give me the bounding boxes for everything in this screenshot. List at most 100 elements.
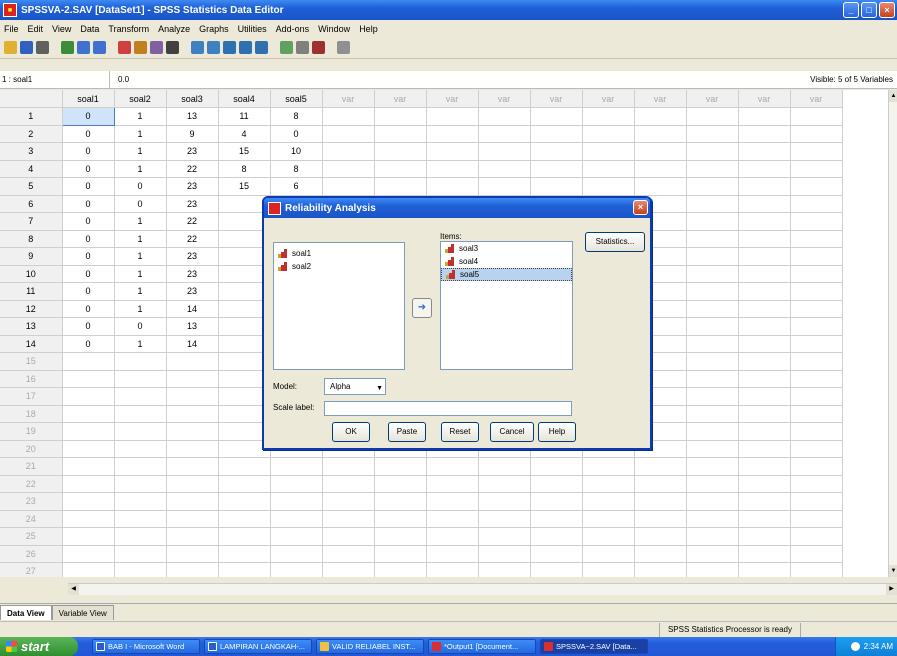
- maximize-button[interactable]: □: [861, 2, 877, 18]
- data-cell[interactable]: 23: [166, 247, 219, 266]
- data-cell[interactable]: [686, 510, 739, 528]
- data-cell[interactable]: [686, 125, 739, 143]
- data-cell[interactable]: [790, 510, 843, 528]
- ok-button[interactable]: OK: [332, 422, 370, 442]
- data-cell[interactable]: [686, 475, 739, 493]
- data-cell[interactable]: [790, 370, 843, 388]
- data-cell[interactable]: [582, 142, 635, 161]
- data-cell[interactable]: [374, 545, 427, 563]
- data-cell[interactable]: [738, 545, 791, 563]
- data-cell[interactable]: [790, 457, 843, 476]
- data-cell[interactable]: 1: [114, 247, 167, 266]
- data-cell[interactable]: [738, 387, 791, 406]
- data-cell[interactable]: [114, 457, 167, 476]
- row-number[interactable]: 1: [0, 107, 63, 126]
- scale-label-input[interactable]: [324, 401, 572, 416]
- data-cell[interactable]: [374, 527, 427, 546]
- data-cell[interactable]: 1: [114, 230, 167, 248]
- data-cell[interactable]: [114, 387, 167, 406]
- data-cell[interactable]: 0: [114, 177, 167, 196]
- data-cell[interactable]: [582, 492, 635, 511]
- undo-icon[interactable]: [77, 41, 90, 54]
- data-cell[interactable]: [790, 282, 843, 301]
- data-cell[interactable]: [426, 527, 479, 546]
- data-cell[interactable]: [166, 405, 219, 423]
- menu-utilities[interactable]: Utilities: [238, 24, 267, 34]
- spell-icon[interactable]: [337, 41, 350, 54]
- data-cell[interactable]: 1: [114, 125, 167, 143]
- row-number[interactable]: 15: [0, 352, 63, 371]
- data-cell[interactable]: 0: [62, 300, 115, 318]
- data-cell[interactable]: [322, 545, 375, 563]
- data-cell[interactable]: [686, 300, 739, 318]
- data-cell[interactable]: [478, 527, 531, 546]
- item-variable[interactable]: soal4: [441, 255, 572, 268]
- data-cell[interactable]: 10: [270, 142, 323, 161]
- data-cell[interactable]: [790, 545, 843, 563]
- data-cell[interactable]: [374, 107, 427, 126]
- data-cell[interactable]: [530, 545, 583, 563]
- data-cell[interactable]: 0: [62, 160, 115, 178]
- data-cell[interactable]: 0: [62, 125, 115, 143]
- data-cell[interactable]: 22: [166, 212, 219, 231]
- column-header[interactable]: soal1: [62, 90, 115, 108]
- data-cell[interactable]: [582, 510, 635, 528]
- data-cell[interactable]: [218, 492, 271, 511]
- data-cell[interactable]: [270, 492, 323, 511]
- row-number[interactable]: 4: [0, 160, 63, 178]
- data-cell[interactable]: [426, 492, 479, 511]
- data-cell[interactable]: [530, 177, 583, 196]
- column-header[interactable]: var: [322, 90, 375, 108]
- data-cell[interactable]: [686, 440, 739, 458]
- data-cell[interactable]: [738, 475, 791, 493]
- item-variable[interactable]: soal5: [441, 268, 572, 281]
- data-cell[interactable]: [634, 177, 687, 196]
- data-cell[interactable]: 0: [62, 142, 115, 161]
- data-cell[interactable]: [738, 492, 791, 511]
- row-number[interactable]: 9: [0, 247, 63, 266]
- data-cell[interactable]: [738, 230, 791, 248]
- select-cases-icon[interactable]: [255, 41, 268, 54]
- data-cell[interactable]: 0: [61, 107, 115, 126]
- tab-variable-view[interactable]: Variable View: [51, 605, 114, 620]
- taskbar-item-lampiran[interactable]: LAMPIRAN LANGKAH-...: [204, 639, 312, 654]
- data-cell[interactable]: [790, 195, 843, 213]
- column-header[interactable]: soal2: [114, 90, 167, 108]
- data-cell[interactable]: [738, 422, 791, 441]
- help-button[interactable]: Help: [538, 422, 576, 442]
- data-cell[interactable]: [686, 335, 739, 353]
- data-cell[interactable]: [634, 562, 687, 577]
- data-cell[interactable]: 8: [270, 160, 323, 178]
- menu-edit[interactable]: Edit: [28, 24, 44, 34]
- data-cell[interactable]: 15: [218, 177, 271, 196]
- data-cell[interactable]: [790, 352, 843, 371]
- data-cell[interactable]: [322, 160, 375, 178]
- data-cell[interactable]: [218, 510, 271, 528]
- row-number[interactable]: 12: [0, 300, 63, 318]
- data-cell[interactable]: [166, 422, 219, 441]
- data-cell[interactable]: [322, 527, 375, 546]
- row-number[interactable]: 17: [0, 387, 63, 406]
- data-cell[interactable]: [426, 142, 479, 161]
- data-cell[interactable]: 0: [62, 212, 115, 231]
- data-cell[interactable]: [634, 545, 687, 563]
- data-cell[interactable]: 0: [62, 317, 115, 336]
- use-sets-icon[interactable]: [296, 41, 309, 54]
- menu-file[interactable]: File: [4, 24, 19, 34]
- data-cell[interactable]: [790, 107, 843, 126]
- data-cell[interactable]: [62, 457, 115, 476]
- insert-variable-icon[interactable]: [207, 41, 220, 54]
- data-cell[interactable]: [166, 527, 219, 546]
- data-cell[interactable]: [686, 370, 739, 388]
- data-cell[interactable]: [686, 212, 739, 231]
- insert-cases-icon[interactable]: [191, 41, 204, 54]
- data-cell[interactable]: [478, 160, 531, 178]
- variables-icon[interactable]: [150, 41, 163, 54]
- data-cell[interactable]: [426, 177, 479, 196]
- data-cell[interactable]: [322, 492, 375, 511]
- data-cell[interactable]: 14: [166, 300, 219, 318]
- data-cell[interactable]: [322, 510, 375, 528]
- data-cell[interactable]: [686, 282, 739, 301]
- data-cell[interactable]: [478, 545, 531, 563]
- data-cell[interactable]: [218, 545, 271, 563]
